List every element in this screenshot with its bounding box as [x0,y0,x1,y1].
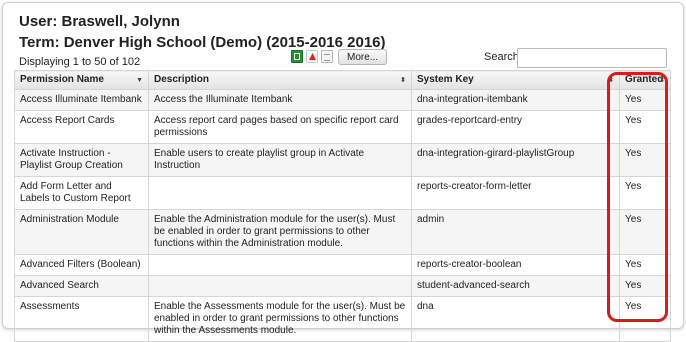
search-label: Search [484,51,519,63]
description-cell: Enable users to create playlist group in… [148,143,412,177]
search-input[interactable] [517,48,667,68]
column-header-label: Permission Name [20,74,104,85]
system-key-cell: admin [411,209,620,255]
system-key-cell: student-advanced-search [411,275,620,297]
pdf-icon[interactable] [306,50,318,63]
system-key-cell: grades-reportcard-entry [411,110,620,144]
description-cell: Enable the Assessments module for the us… [148,296,412,342]
table-row[interactable]: Administration Module Enable the Adminis… [14,209,671,255]
table-row[interactable]: Assessments Enable the Assessments modul… [14,296,671,342]
permission-name-cell: Advanced Filters (Boolean) [14,254,149,276]
table-row[interactable]: Advanced Search student-advanced-search … [14,275,671,297]
permission-name-cell: Activate Instruction - Playlist Group Cr… [14,143,149,177]
sort-desc-icon: ▼ [136,77,143,84]
system-key-cell: dna-integration-girard-playlistGroup [411,143,620,177]
table-row[interactable]: Add Form Letter and Labels to Custom Rep… [14,176,671,210]
granted-cell: Yes [619,89,671,111]
permission-name-cell: Access Illuminate Itembank [14,89,149,111]
permission-name-cell: Access Report Cards [14,110,149,144]
column-header-description[interactable]: Description ⬍ [148,70,412,90]
permissions-table: Permission Name ▼ Description ⬍ System K… [14,70,671,342]
more-button[interactable]: More... [338,49,388,65]
system-key-cell: dna-integration-itembank [411,89,620,111]
granted-cell: Yes [619,254,671,276]
table-header-row: Permission Name ▼ Description ⬍ System K… [14,70,671,90]
table-row[interactable]: Activate Instruction - Playlist Group Cr… [14,143,671,177]
term-heading: Term: Denver High School (Demo) (2015-20… [19,34,386,51]
description-cell: Enable the Administration module for the… [148,209,412,255]
granted-cell: Yes [619,143,671,177]
sort-icon: ⬍ [400,77,406,84]
user-heading: User: Braswell, Jolynn [19,13,180,30]
column-header-granted[interactable]: Granted ⬍ [619,70,671,90]
table-row[interactable]: Access Illuminate Itembank Access the Il… [14,89,671,111]
permission-name-cell: Administration Module [14,209,149,255]
system-key-cell: dna [411,296,620,342]
system-key-cell: reports-creator-form-letter [411,176,620,210]
table-row[interactable]: Access Report Cards Access report card p… [14,110,671,144]
export-icons [291,50,333,63]
granted-cell: Yes [619,275,671,297]
column-header-system-key[interactable]: System Key ⬍ [411,70,620,90]
column-header-label: System Key [417,74,474,85]
description-cell [148,176,412,210]
column-header-permission-name[interactable]: Permission Name ▼ [14,70,149,90]
permission-name-cell: Add Form Letter and Labels to Custom Rep… [14,176,149,210]
excel-icon[interactable] [291,50,303,63]
table-row[interactable]: Advanced Filters (Boolean) reports-creat… [14,254,671,276]
permission-name-cell: Assessments [14,296,149,342]
description-cell [148,275,412,297]
column-header-label: Granted [625,74,664,85]
sort-icon: ⬍ [608,77,614,84]
sort-icon: ⬍ [659,77,665,84]
granted-cell: Yes [619,110,671,144]
system-key-cell: reports-creator-boolean [411,254,620,276]
display-count: Displaying 1 to 50 of 102 [19,56,141,68]
column-header-label: Description [154,74,210,85]
print-icon[interactable] [321,50,333,63]
granted-cell: Yes [619,296,671,342]
description-cell [148,254,412,276]
granted-cell: Yes [619,176,671,210]
permission-name-cell: Advanced Search [14,275,149,297]
granted-cell: Yes [619,209,671,255]
description-cell: Access report card pages based on specif… [148,110,412,144]
description-cell: Access the Illuminate Itembank [148,89,412,111]
